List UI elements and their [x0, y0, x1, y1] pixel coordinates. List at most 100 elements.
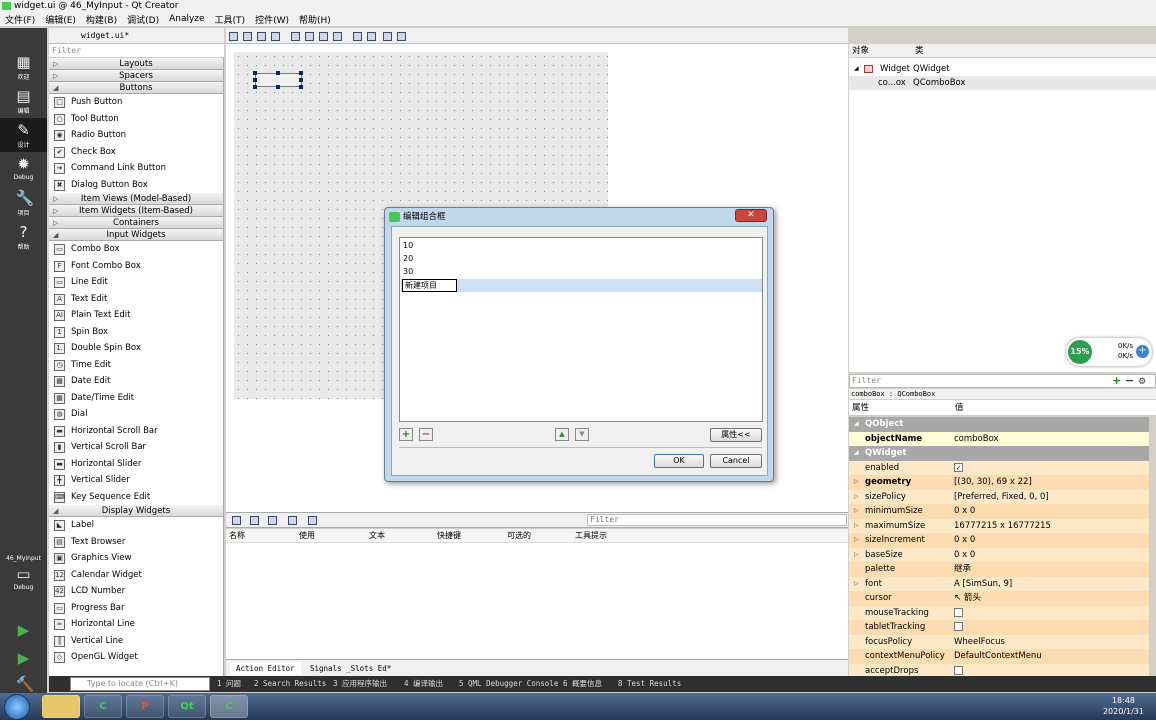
widget-item[interactable]: ▭ Line Edit	[49, 274, 223, 291]
property-row[interactable]: contextMenuPolicy DefaultContextMenu	[849, 649, 1149, 664]
property-row[interactable]: ▷ font A [SimSun, 9]	[849, 576, 1149, 592]
property-row[interactable]: enabled ✓	[849, 460, 1149, 476]
layout-tool-icon[interactable]	[367, 32, 376, 41]
widget-item[interactable]: ○ Tool Button	[49, 111, 223, 128]
cancel-button[interactable]: Cancel	[710, 454, 762, 468]
list-item[interactable]: 10	[403, 239, 413, 252]
widget-item[interactable]: ▮ Vertical Scroll Bar	[49, 439, 223, 456]
add-item-button[interactable]: +	[399, 428, 413, 441]
layout-tool-icon[interactable]	[305, 32, 314, 41]
menu-item[interactable]: 文件(F)	[0, 13, 40, 26]
plus-icon[interactable]: +	[1136, 345, 1149, 358]
menu-item[interactable]: 控件(W)	[250, 13, 294, 26]
widget-category[interactable]: ◢ Buttons	[49, 82, 223, 94]
editor-tab[interactable]: Signals _Slots Ed*	[304, 662, 398, 675]
run-icon[interactable]: ▶	[0, 618, 47, 642]
property-row[interactable]: ▷ minimumSize 0 x 0	[849, 504, 1149, 519]
widget-item[interactable]: ◣ Label	[49, 517, 223, 534]
taskbar-powerpoint-icon[interactable]: P	[126, 695, 164, 718]
system-clock[interactable]: 18:48 2020/1/31	[1103, 695, 1144, 717]
property-value[interactable]: ↖ 箭头	[954, 591, 981, 606]
mode-Debug[interactable]: ✹ Debug	[0, 152, 47, 186]
action-tool-icon[interactable]	[288, 516, 297, 525]
menu-item[interactable]: 帮助(H)	[294, 13, 336, 26]
widget-item[interactable]: ▭ Progress Bar	[49, 600, 223, 617]
widget-item[interactable]: ➔ Command Link Button	[49, 160, 223, 177]
action-tool-icon[interactable]	[232, 516, 241, 525]
layout-tool-icon[interactable]	[319, 32, 328, 41]
mode-编辑[interactable]: ▤ 编辑	[0, 84, 47, 118]
debug-run-icon[interactable]: ▶	[0, 646, 47, 670]
menu-item[interactable]: 构建(B)	[81, 13, 122, 26]
property-value[interactable]: A [SimSun, 9]	[954, 577, 1012, 592]
remove-item-button[interactable]: −	[419, 428, 433, 441]
property-row[interactable]: objectName comboBox	[849, 431, 1149, 447]
widget-item[interactable]: ▭ Combo Box	[49, 241, 223, 258]
property-group[interactable]: ◢ QWidget	[849, 446, 1149, 461]
property-row[interactable]: ▷ geometry [(30, 30), 69 x 22]	[849, 475, 1149, 490]
property-row[interactable]: ▷ baseSize 0 x 0	[849, 547, 1149, 563]
mode-项目[interactable]: 🔧 项目	[0, 186, 47, 220]
taskbar-qtcreator-icon[interactable]: C	[84, 695, 122, 718]
output-pane-button[interactable]: 4 编译输出	[404, 676, 443, 692]
action-tool-icon[interactable]	[250, 516, 259, 525]
widget-item[interactable]: ✖ Dialog Button Box	[49, 177, 223, 194]
property-filter-input[interactable]: Filter	[849, 374, 1156, 388]
action-column-header[interactable]: 快捷键	[434, 529, 504, 542]
action-column-header[interactable]: 名称	[226, 529, 296, 542]
action-column-header[interactable]: 工具提示	[572, 529, 642, 542]
mode-设计[interactable]: ✎ 设计	[0, 118, 47, 152]
layout-tool-icon[interactable]	[257, 32, 266, 41]
widget-item[interactable]: □ Push Button	[49, 94, 223, 111]
layout-tool-icon[interactable]	[243, 32, 252, 41]
property-value[interactable]: 0 x 0	[954, 548, 975, 563]
widget-item[interactable]: F Font Combo Box	[49, 258, 223, 275]
widget-item[interactable]: ◉ Radio Button	[49, 127, 223, 144]
property-value[interactable]: [Preferred, Fixed, 0, 0]	[954, 490, 1049, 505]
property-row[interactable]: cursor ↖ 箭头	[849, 591, 1149, 606]
widget-box-filter[interactable]: Filter	[49, 44, 224, 58]
widget-category[interactable]: ▷ Layouts	[49, 58, 223, 70]
taskbar-explorer-icon[interactable]	[42, 695, 80, 718]
widget-item[interactable]: 42 LCD Number	[49, 583, 223, 600]
menu-item[interactable]: Analyze	[164, 14, 209, 24]
properties-toggle-button[interactable]: 属性<<	[710, 428, 762, 442]
combo-items-list[interactable]: 10 20 30 新建项目	[399, 237, 763, 422]
taskbar-qtcreator-active-icon[interactable]: C	[210, 695, 248, 718]
combo-box-widget[interactable]	[253, 71, 303, 89]
property-row[interactable]: acceptDrops	[849, 663, 1149, 677]
property-value[interactable]: comboBox	[954, 432, 999, 447]
move-up-button[interactable]: ▲	[555, 428, 569, 441]
widget-item[interactable]: A Text Edit	[49, 291, 223, 308]
widget-category[interactable]: ▷ Spacers	[49, 70, 223, 82]
object-inspector-tree[interactable]: ◢ Widget QWidget co...ox QComboBox	[849, 58, 1156, 372]
widget-item[interactable]: ◍ Dial	[49, 406, 223, 423]
output-pane-button[interactable]: 5 QML Debugger Console	[459, 676, 558, 692]
property-checkbox[interactable]: ✓	[954, 461, 963, 476]
action-filter-input[interactable]: Filter	[587, 514, 847, 526]
layout-tool-icon[interactable]	[271, 32, 280, 41]
property-value[interactable]: [(30, 30), 69 x 22]	[954, 475, 1032, 490]
menu-item[interactable]: 工具(T)	[210, 13, 251, 26]
widget-item[interactable]: ═ Horizontal Line	[49, 616, 223, 633]
property-value[interactable]: 0 x 0	[954, 533, 975, 548]
property-row[interactable]: ▷ sizeIncrement 0 x 0	[849, 533, 1149, 548]
menu-item[interactable]: 编辑(E)	[40, 13, 81, 26]
list-item[interactable]: 30	[403, 265, 413, 278]
widget-item[interactable]: 1. Double Spin Box	[49, 340, 223, 357]
layout-tool-icon[interactable]	[229, 32, 238, 41]
property-checkbox[interactable]	[954, 664, 963, 677]
start-button[interactable]	[4, 694, 30, 720]
layout-tool-icon[interactable]	[353, 32, 362, 41]
add-property-icon[interactable]: + − ⚙	[1112, 375, 1152, 388]
widget-item[interactable]: ▬ Horizontal Slider	[49, 456, 223, 473]
property-row[interactable]: palette 继承	[849, 562, 1149, 577]
object-row-combobox[interactable]: co...ox QComboBox	[849, 76, 1156, 90]
output-pane-button[interactable]: 8 Test Results	[618, 676, 681, 692]
widget-item[interactable]: ✔ Check Box	[49, 144, 223, 161]
widget-item[interactable]: ⌨ Key Sequence Edit	[49, 489, 223, 506]
widget-item[interactable]: 1 Spin Box	[49, 324, 223, 341]
action-editor-list[interactable]	[226, 543, 848, 659]
widget-item[interactable]: AI Plain Text Edit	[49, 307, 223, 324]
editor-tab[interactable]: Action Editor	[230, 662, 301, 675]
